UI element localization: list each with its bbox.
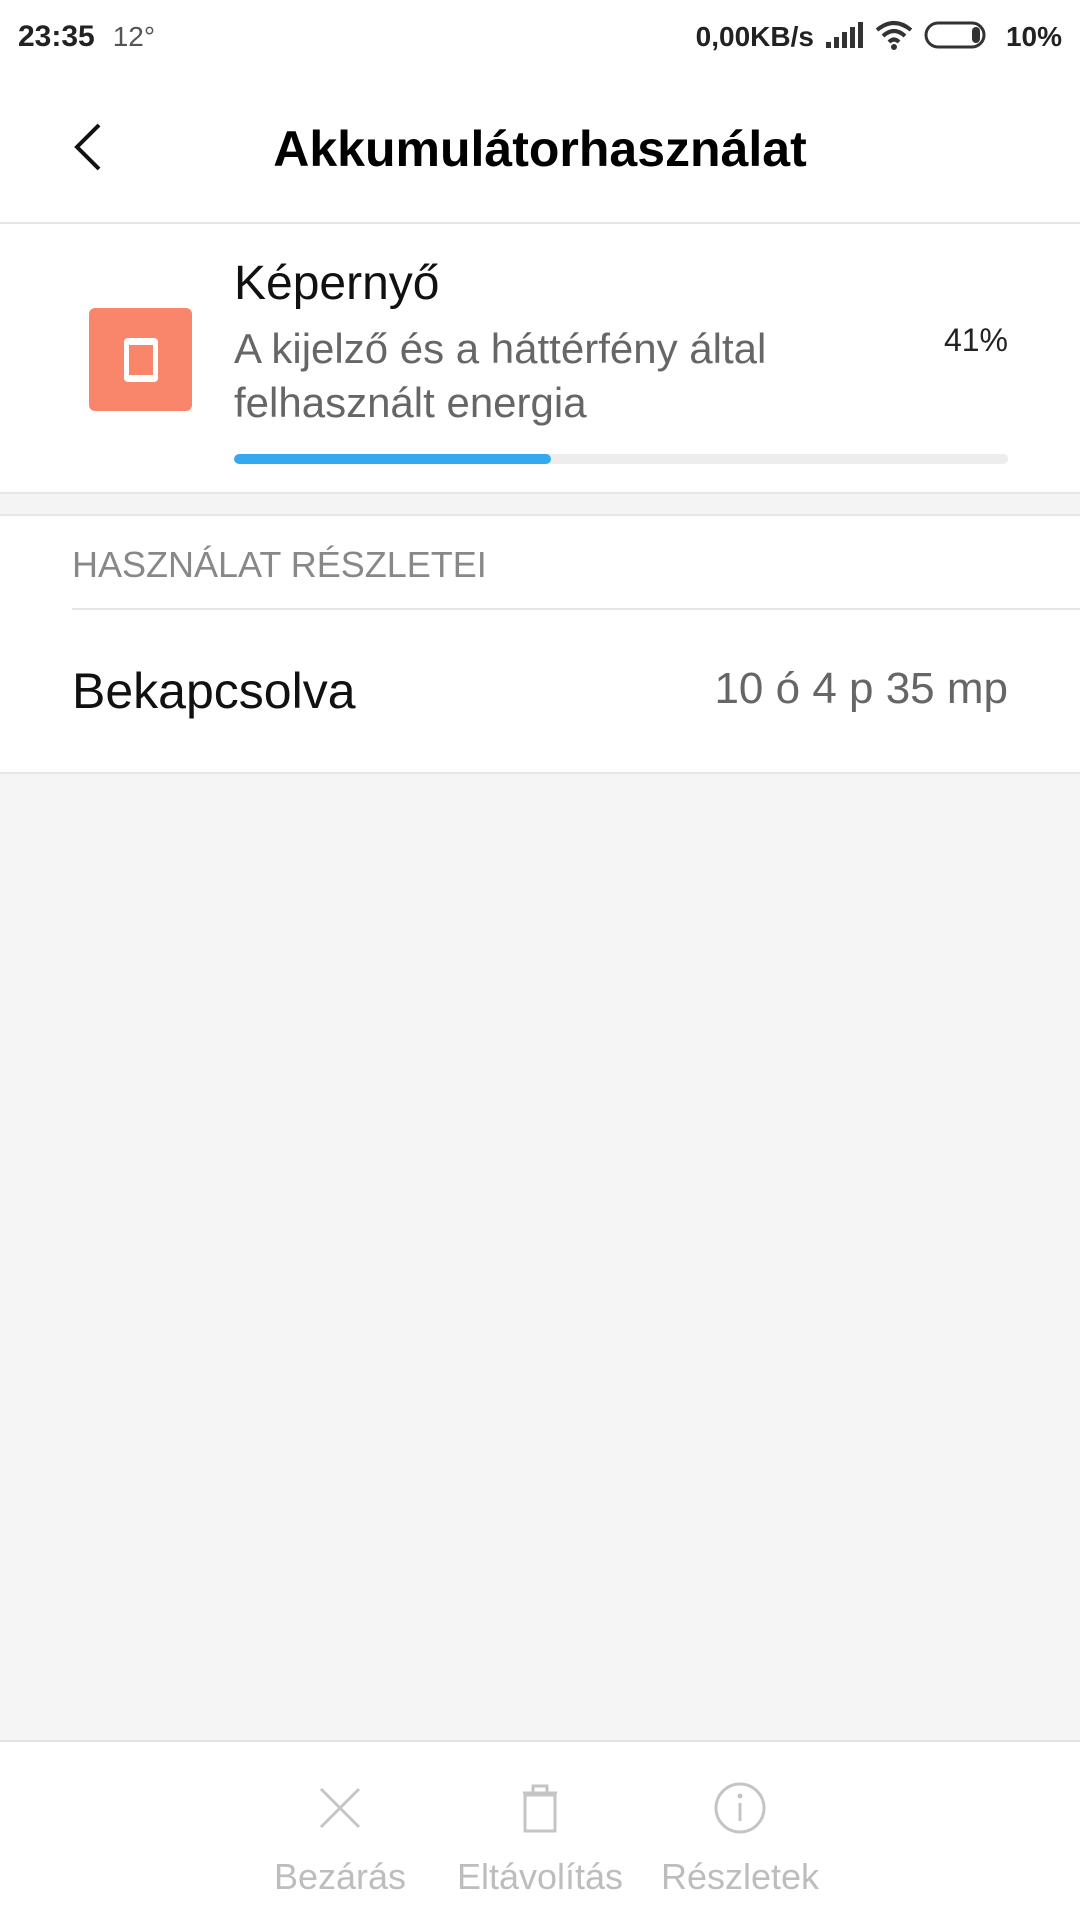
details-label: Részletek bbox=[660, 1856, 820, 1897]
empty-content-area bbox=[0, 772, 1080, 1740]
close-label: Bezárás bbox=[273, 1856, 407, 1897]
status-temperature: 12° bbox=[112, 21, 156, 52]
status-time: 23:35 bbox=[18, 20, 95, 53]
uninstall-label: Eltávolítás bbox=[456, 1856, 624, 1897]
close-button[interactable]: Bezárás bbox=[250, 1742, 430, 1920]
screen-icon bbox=[89, 308, 192, 411]
usage-progress-bar bbox=[234, 454, 1008, 464]
page-title: Akkumulátorhasználat bbox=[273, 121, 807, 177]
status-bar: 23:35 12° 0,00KB/s 10% bbox=[0, 0, 1080, 74]
section-header: HASZNÁLAT RÉSZLETEI bbox=[72, 544, 487, 585]
status-bar-right: 0,00KB/s 10% bbox=[696, 19, 1062, 56]
battery-icon bbox=[924, 20, 990, 55]
detail-row-screen-on: Bekapcsolva 10 ó 4 p 35 mp bbox=[0, 610, 1080, 772]
header: Akkumulátorhasználat bbox=[0, 74, 1080, 224]
details-button[interactable]: Részletek bbox=[650, 1742, 830, 1920]
uninstall-button[interactable]: Eltávolítás bbox=[450, 1742, 630, 1920]
signal-icon bbox=[824, 20, 864, 55]
app-name: Képernyő bbox=[234, 257, 440, 310]
status-battery-percent: 10% bbox=[1005, 21, 1062, 52]
section-separator bbox=[0, 492, 1080, 516]
usage-percent: 41% bbox=[943, 322, 1008, 358]
app-usage-card: Képernyő A kijelző és a háttérfény által… bbox=[0, 226, 1080, 492]
detail-value: 10 ó 4 p 35 mp bbox=[714, 664, 1008, 713]
detail-label: Bekapcsolva bbox=[72, 663, 356, 719]
trash-icon bbox=[510, 1778, 570, 1838]
status-bar-left: 23:35 12° bbox=[18, 20, 155, 54]
close-icon bbox=[310, 1778, 370, 1838]
status-net-speed: 0,00KB/s bbox=[695, 21, 814, 52]
wifi-icon bbox=[874, 19, 914, 56]
usage-progress-fill bbox=[234, 454, 552, 464]
bottom-action-bar: Bezárás Eltávolítás Részletek bbox=[0, 1740, 1080, 1920]
app-description: A kijelző és a háttérfény által felhaszn… bbox=[234, 325, 767, 426]
usage-details-section: HASZNÁLAT RÉSZLETEI Bekapcsolva 10 ó 4 p… bbox=[0, 516, 1080, 772]
info-icon bbox=[710, 1778, 770, 1838]
